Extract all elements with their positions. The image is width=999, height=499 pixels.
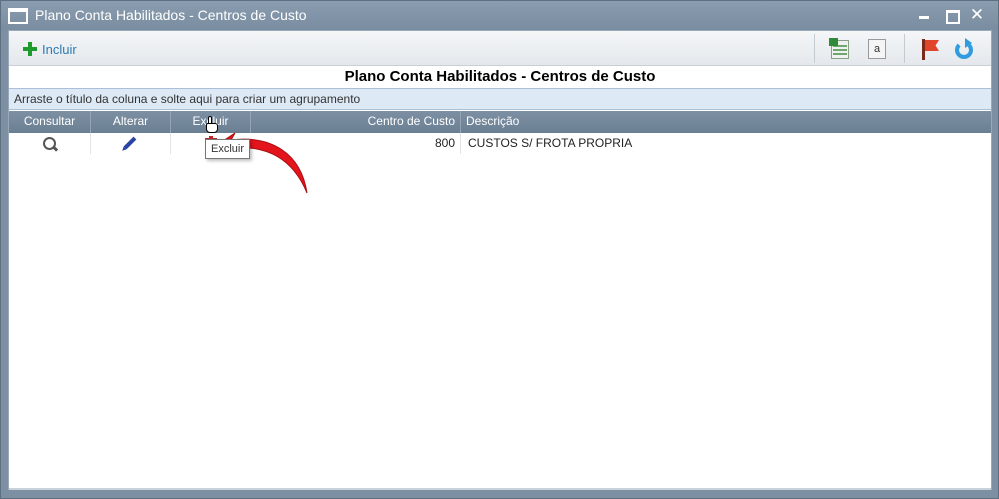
toolbar-separator xyxy=(814,34,815,63)
toolbar-separator xyxy=(904,34,905,63)
column-header-descricao[interactable]: Descrição xyxy=(461,111,991,133)
table-row[interactable]: 800 CUSTOS S/ FROTA PROPRIA xyxy=(9,133,991,154)
grid-bottom-border xyxy=(9,488,991,490)
flag-icon[interactable] xyxy=(919,38,941,60)
add-button[interactable]: Incluir xyxy=(23,40,77,58)
app-window: Plano Conta Habilitados - Centros de Cus… xyxy=(0,0,999,499)
window-title: Plano Conta Habilitados - Centros de Cus… xyxy=(35,7,307,23)
text-export-glyph: a xyxy=(868,39,886,59)
minimize-button[interactable] xyxy=(915,6,933,24)
main-content: Incluir a Plano Conta Habilitados - Cent… xyxy=(8,30,992,490)
refresh-icon[interactable] xyxy=(953,38,975,60)
tooltip: Excluir xyxy=(205,139,251,159)
excel-export-icon[interactable] xyxy=(829,38,851,60)
pencil-icon[interactable] xyxy=(123,136,137,150)
text-export-icon[interactable]: a xyxy=(866,38,888,60)
cell-alterar xyxy=(91,133,171,154)
hand-cursor-icon xyxy=(205,116,219,134)
close-button[interactable]: ✕ xyxy=(968,6,986,24)
cell-consultar xyxy=(9,133,91,154)
plus-icon xyxy=(23,42,37,56)
column-header-alterar[interactable]: Alterar xyxy=(91,111,171,133)
window-icon xyxy=(8,8,28,24)
report-title: Plano Conta Habilitados - Centros de Cus… xyxy=(344,68,656,85)
add-button-label: Incluir xyxy=(42,41,77,57)
search-icon[interactable] xyxy=(43,137,57,151)
grid-header: Consultar Alterar Excluir Centro de Cust… xyxy=(9,111,991,133)
title-bar[interactable]: Plano Conta Habilitados - Centros de Cus… xyxy=(1,1,998,30)
column-header-consultar[interactable]: Consultar xyxy=(9,111,91,133)
maximize-button[interactable] xyxy=(942,6,960,24)
group-by-panel[interactable]: Arraste o título da coluna e solte aqui … xyxy=(9,88,991,110)
cell-descricao: CUSTOS S/ FROTA PROPRIA xyxy=(468,136,633,150)
toolbar: Incluir a xyxy=(9,31,991,66)
